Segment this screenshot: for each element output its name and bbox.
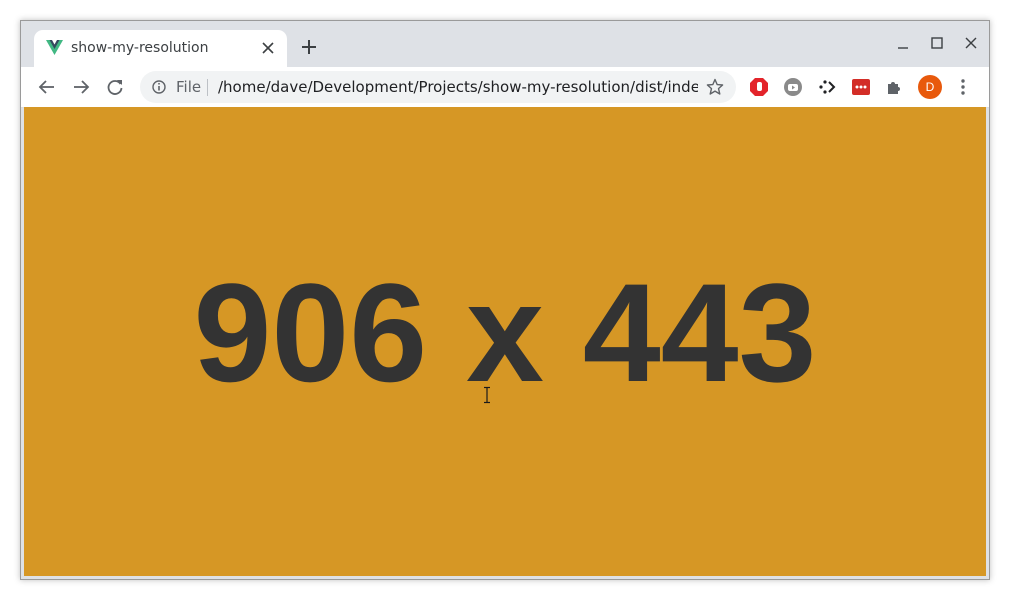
browser-window: show-my-resolution File /home/dave/Devel… <box>20 20 990 580</box>
tab-title: show-my-resolution <box>71 40 209 56</box>
browser-toolbar: File /home/dave/Development/Projects/sho… <box>21 67 989 108</box>
resolution-display: 906 x 443 <box>193 254 817 411</box>
more-menu-icon[interactable] <box>956 77 970 97</box>
maximize-icon[interactable] <box>929 35 945 51</box>
info-icon[interactable] <box>152 80 166 94</box>
tab-strip: show-my-resolution <box>21 21 989 67</box>
puzzle-extensions-icon[interactable] <box>885 77 905 97</box>
ublock-icon[interactable] <box>749 77 769 97</box>
address-bar[interactable]: File /home/dave/Development/Projects/sho… <box>140 71 736 103</box>
text-cursor-icon <box>484 386 490 404</box>
new-tab-icon[interactable] <box>301 39 317 55</box>
close-tab-icon[interactable] <box>261 41 275 55</box>
profile-avatar[interactable]: D <box>918 75 942 99</box>
page-viewport: 906 x 443 <box>24 107 986 576</box>
dots-arrow-icon[interactable] <box>817 77 837 97</box>
url-text[interactable]: /home/dave/Development/Projects/show-my-… <box>218 78 698 96</box>
scheme-label: File <box>176 78 202 96</box>
minimize-icon[interactable] <box>895 35 911 51</box>
tab-show-my-resolution[interactable]: show-my-resolution <box>34 30 287 67</box>
youtube-icon[interactable] <box>783 77 803 97</box>
vue-logo-icon <box>46 40 63 55</box>
omnibox-divider <box>207 79 208 96</box>
forward-arrow-icon[interactable] <box>71 77 91 97</box>
reload-icon[interactable] <box>105 77 125 97</box>
bookmark-star-icon[interactable] <box>706 78 724 96</box>
back-arrow-icon[interactable] <box>37 77 57 97</box>
lastpass-icon[interactable] <box>851 77 871 97</box>
close-window-icon[interactable] <box>963 35 979 51</box>
